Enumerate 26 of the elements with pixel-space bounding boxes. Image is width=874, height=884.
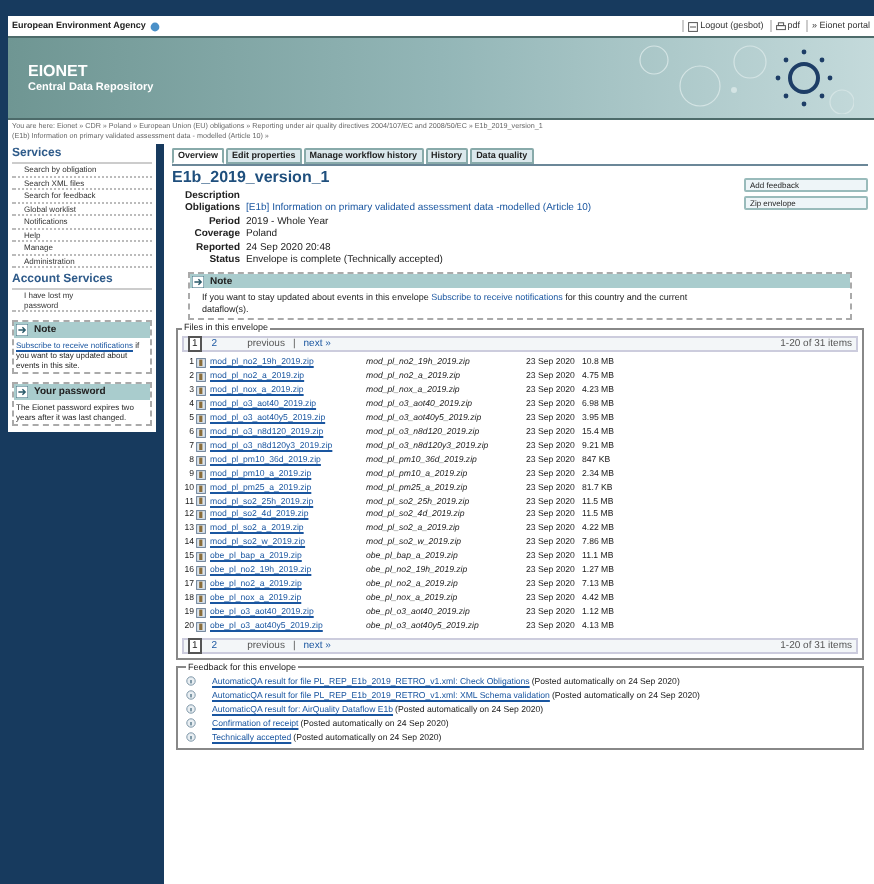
info-icon (186, 675, 196, 686)
file-icon (196, 579, 206, 590)
file-icon (196, 538, 206, 549)
file-icon (196, 607, 206, 618)
file-icon (196, 455, 206, 466)
file-icon (196, 400, 206, 411)
file-icon (196, 621, 206, 632)
page-title: E1b_2019_version_1 (172, 168, 332, 188)
arrow-icon (192, 275, 204, 288)
info-icon (186, 717, 196, 728)
info-icon (186, 689, 196, 700)
file-icon (196, 593, 206, 604)
arrow-icon (16, 324, 28, 336)
globe-icon (149, 21, 160, 31)
logout-icon (688, 21, 699, 31)
file-icon (196, 372, 206, 383)
file-icon (196, 469, 206, 480)
file-icon (196, 510, 206, 521)
info-icon (186, 703, 196, 714)
info-icon (186, 731, 196, 742)
printer-icon (775, 21, 786, 31)
file-icon (196, 386, 206, 397)
file-icon (196, 524, 206, 535)
file-icon (196, 358, 206, 369)
arrow-icon (16, 386, 28, 398)
file-icon (196, 441, 206, 452)
